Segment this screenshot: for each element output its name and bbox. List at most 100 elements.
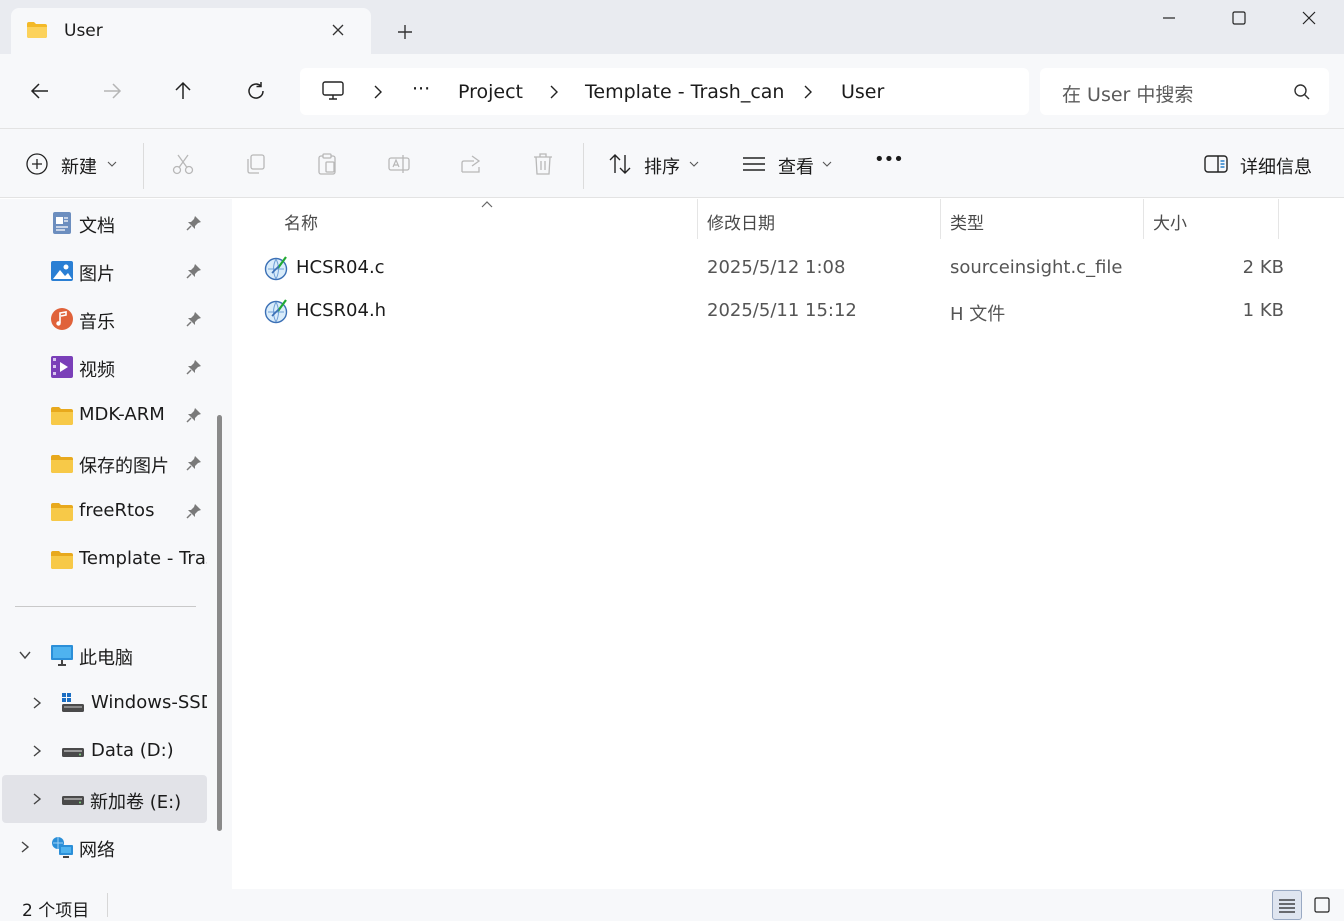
address-bar[interactable]: ··· Project Template - Trash_can User — [300, 68, 1029, 115]
close-tab-icon[interactable] — [327, 19, 349, 41]
breadcrumb-overflow[interactable]: ··· — [412, 78, 430, 100]
chevron-down-icon[interactable] — [18, 648, 32, 662]
pin-icon[interactable] — [186, 455, 202, 471]
column-header-name[interactable]: 名称 — [284, 199, 318, 239]
folder-icon — [51, 455, 73, 473]
pin-icon[interactable] — [186, 311, 202, 327]
file-type: sourceinsight.c_file — [950, 257, 1123, 278]
large-icons-view-icon — [1314, 897, 1330, 913]
view-button[interactable]: 查看 — [778, 153, 814, 179]
column-header-type[interactable]: 类型 — [950, 199, 984, 239]
music-icon — [51, 308, 73, 330]
sidebar-item-label: 文档 — [79, 216, 115, 237]
folder-icon — [51, 407, 73, 425]
chevron-right-icon[interactable] — [30, 744, 44, 758]
sidebar-item-freertos[interactable]: freeRtos — [0, 489, 212, 533]
column-divider[interactable] — [697, 199, 698, 239]
pin-icon[interactable] — [186, 503, 202, 519]
column-divider[interactable] — [940, 199, 941, 239]
breadcrumb-template[interactable]: Template - Trash_can — [585, 81, 784, 103]
paste-icon[interactable] — [315, 152, 339, 176]
sort-icon[interactable] — [608, 152, 632, 176]
column-header-size[interactable]: 大小 — [1153, 199, 1187, 239]
chevron-down-icon[interactable] — [822, 160, 832, 168]
details-pane-icon[interactable] — [1204, 152, 1228, 176]
chevron-right-icon[interactable] — [370, 84, 386, 100]
sidebar-item-this-pc[interactable]: 此电脑 — [0, 633, 212, 677]
close-window-button[interactable] — [1274, 0, 1344, 36]
search-input[interactable]: 在 User 中搜索 — [1062, 80, 1193, 107]
sidebar-item-drive-c[interactable]: Windows-SSD (C:) — [0, 681, 212, 725]
sidebar-item-mdk-arm[interactable]: MDK-ARM — [0, 393, 212, 437]
chevron-right-icon[interactable] — [30, 792, 44, 806]
chevron-right-icon[interactable] — [18, 840, 32, 854]
divider — [107, 893, 108, 917]
sidebar-item-saved-pictures[interactable]: 保存的图片 — [0, 441, 212, 485]
file-modified: 2025/5/11 15:12 — [707, 300, 857, 321]
file-row[interactable]: HCSR04.h 2025/5/11 15:12 H 文件 1 KB — [254, 290, 1284, 330]
sidebar-item-videos[interactable]: 视频 — [0, 345, 212, 389]
new-plus-icon[interactable] — [25, 152, 49, 176]
refresh-button[interactable] — [241, 76, 271, 106]
separator — [583, 143, 584, 189]
breadcrumb-user[interactable]: User — [841, 81, 884, 103]
new-button[interactable]: 新建 — [61, 153, 97, 179]
pin-icon[interactable] — [186, 263, 202, 279]
search-icon[interactable] — [1293, 83, 1311, 101]
search-box[interactable]: 在 User 中搜索 — [1040, 68, 1329, 115]
this-pc-icon[interactable] — [321, 80, 345, 102]
sidebar-item-pictures[interactable]: 图片 — [0, 249, 212, 293]
sidebar-item-music[interactable]: 音乐 — [0, 297, 212, 341]
sidebar-item-drive-e[interactable]: 新加卷 (E:) — [2, 775, 207, 823]
arrow-left-icon — [30, 83, 48, 99]
status-bar: 2 个项目 — [0, 889, 1344, 921]
chevron-right-icon[interactable] — [546, 84, 562, 100]
tab-user[interactable]: User — [11, 8, 371, 54]
cut-icon[interactable] — [171, 152, 195, 176]
forward-button[interactable] — [97, 76, 127, 106]
sort-button[interactable]: 排序 — [644, 153, 680, 179]
source-insight-file-icon — [264, 299, 288, 324]
sidebar-item-network[interactable]: 网络 — [0, 825, 212, 869]
sidebar-item-template[interactable]: Template - Trash_can — [0, 537, 212, 581]
pin-icon[interactable] — [186, 359, 202, 375]
breadcrumb-project[interactable]: Project — [458, 81, 523, 103]
details-button[interactable]: 详细信息 — [1240, 153, 1312, 179]
sidebar-item-drive-d[interactable]: Data (D:) — [0, 729, 212, 773]
windows-drive-icon — [62, 693, 84, 712]
column-divider[interactable] — [1278, 199, 1279, 239]
item-count: 2 个项目 — [22, 901, 90, 921]
chevron-right-icon[interactable] — [30, 696, 44, 710]
videos-icon — [51, 356, 73, 378]
sidebar-item-label: MDK-ARM — [79, 404, 165, 425]
sidebar-scrollbar[interactable] — [217, 415, 222, 831]
chevron-down-icon[interactable] — [107, 160, 117, 168]
sidebar-item-documents[interactable]: 文档 — [0, 201, 212, 245]
details-view-button[interactable] — [1272, 890, 1302, 920]
new-tab-icon[interactable] — [393, 20, 417, 44]
view-lines-icon[interactable] — [742, 152, 766, 176]
back-button[interactable] — [25, 76, 55, 106]
column-divider[interactable] — [1143, 199, 1144, 239]
more-options-button[interactable]: ••• — [874, 149, 904, 170]
minimize-button[interactable] — [1134, 0, 1204, 36]
up-button[interactable] — [168, 76, 198, 106]
large-icons-view-button[interactable] — [1307, 890, 1337, 920]
close-icon — [1302, 11, 1316, 25]
chevron-down-icon[interactable] — [689, 160, 699, 168]
sidebar-item-label: 保存的图片 — [79, 456, 169, 477]
maximize-button[interactable] — [1204, 0, 1274, 36]
pin-icon[interactable] — [186, 215, 202, 231]
network-icon — [52, 837, 73, 858]
folder-icon — [51, 551, 73, 569]
sidebar-item-label: Template - Trash_can — [79, 548, 207, 569]
refresh-icon — [248, 82, 264, 99]
file-row[interactable]: HCSR04.c 2025/5/12 1:08 sourceinsight.c_… — [254, 247, 1284, 287]
rename-icon[interactable] — [387, 152, 411, 176]
copy-icon[interactable] — [243, 152, 267, 176]
pin-icon[interactable] — [186, 407, 202, 423]
delete-icon[interactable] — [531, 152, 555, 176]
column-header-modified[interactable]: 修改日期 — [707, 199, 775, 239]
share-icon[interactable] — [459, 152, 483, 176]
chevron-right-icon[interactable] — [800, 84, 816, 100]
